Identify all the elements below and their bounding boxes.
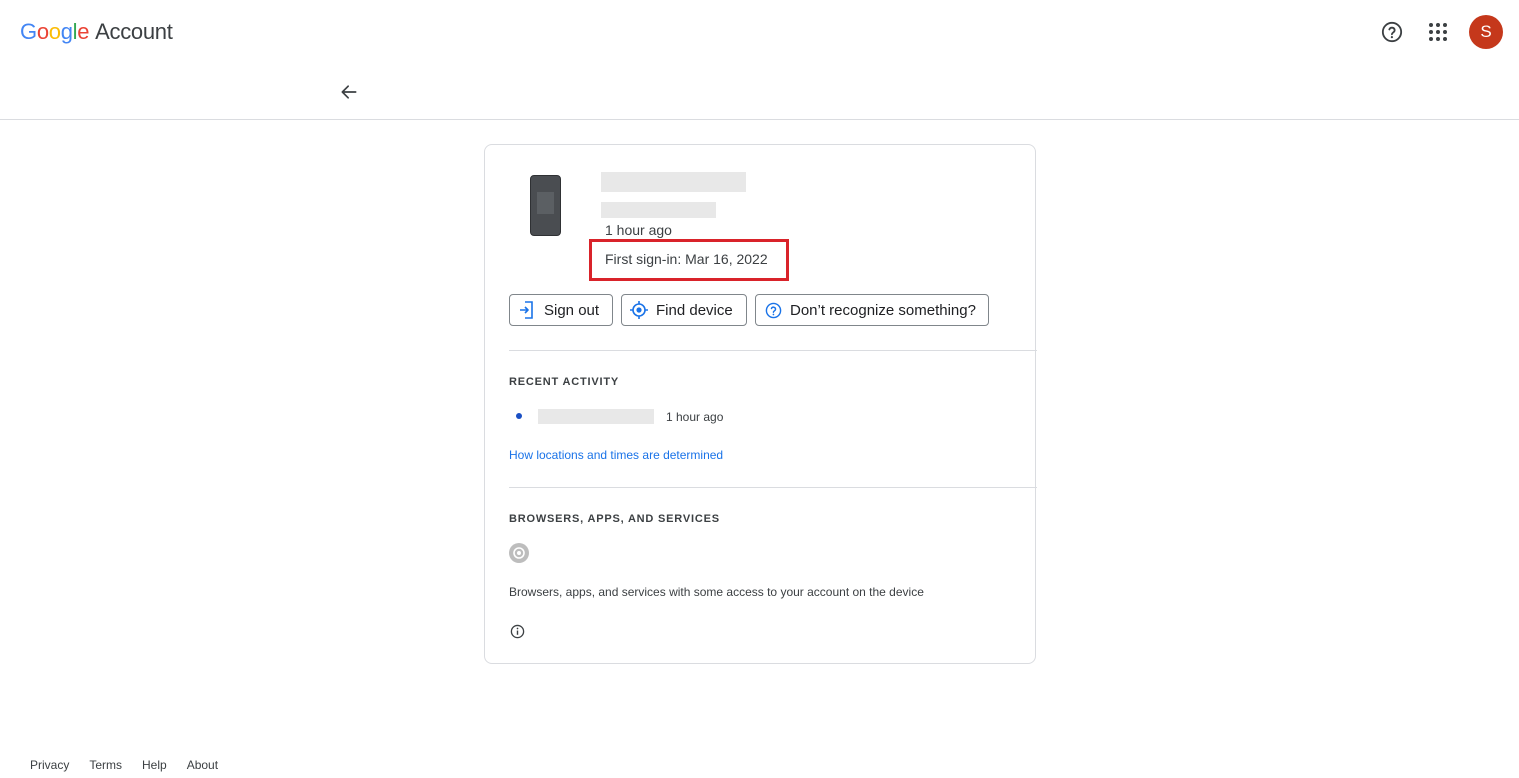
info-icon[interactable] <box>509 623 525 639</box>
account-avatar[interactable]: S <box>1469 15 1503 49</box>
locations-times-link[interactable]: How locations and times are determined <box>509 448 723 462</box>
apps-button[interactable] <box>1422 16 1454 48</box>
activity-dot-icon <box>516 413 522 419</box>
apps-grid-icon <box>1429 23 1447 41</box>
logo-letter: o <box>48 19 61 44</box>
section-divider <box>509 487 1037 488</box>
sign-out-icon <box>518 301 536 319</box>
google-account-logo[interactable]: Google Account <box>20 18 173 46</box>
device-details-card: 1 hour ago First sign-in: Mar 16, 2022 S… <box>484 144 1037 664</box>
browsers-description: Browsers, apps, and services with some a… <box>509 585 924 599</box>
sign-out-label: Sign out <box>544 301 600 319</box>
browsers-apps-heading: BROWSERS, APPS, AND SERVICES <box>509 513 720 525</box>
footer-links: Privacy Terms Help About <box>30 758 218 772</box>
phone-icon <box>530 175 561 236</box>
footer-help-link[interactable]: Help <box>142 758 167 772</box>
find-device-label: Find device <box>656 301 733 319</box>
back-button[interactable] <box>333 76 365 108</box>
browser-app-icon <box>509 543 529 563</box>
help-circle-icon <box>1381 21 1403 43</box>
logo-account-text: Account <box>95 19 173 44</box>
logo-letter: g <box>60 19 73 44</box>
dont-recognize-button[interactable]: Don’t recognize something? <box>755 294 989 326</box>
recent-activity-heading: RECENT ACTIVITY <box>509 376 619 388</box>
logo-letter: G <box>20 19 37 44</box>
top-app-bar: Google Account S <box>0 0 1519 64</box>
logo-letter: o <box>36 19 49 44</box>
footer-about-link[interactable]: About <box>187 758 218 772</box>
find-device-button[interactable]: Find device <box>621 294 747 326</box>
logo-letter: e <box>77 19 90 44</box>
arrow-back-icon <box>341 85 357 99</box>
redacted-device-model <box>601 202 716 218</box>
last-active-text: 1 hour ago <box>605 222 672 238</box>
first-signin-text: First sign-in: Mar 16, 2022 <box>605 251 768 267</box>
footer-privacy-link[interactable]: Privacy <box>30 758 69 772</box>
location-target-icon <box>630 301 648 319</box>
redacted-device-name <box>601 172 746 192</box>
activity-time: 1 hour ago <box>666 410 724 424</box>
sign-out-button[interactable]: Sign out <box>509 294 613 326</box>
dont-recognize-label: Don’t recognize something? <box>790 301 976 319</box>
footer-terms-link[interactable]: Terms <box>89 758 122 772</box>
section-divider <box>509 350 1037 351</box>
help-button[interactable] <box>1376 16 1408 48</box>
help-circle-icon <box>764 301 782 319</box>
header-divider <box>0 119 1519 120</box>
redacted-location <box>538 409 654 424</box>
